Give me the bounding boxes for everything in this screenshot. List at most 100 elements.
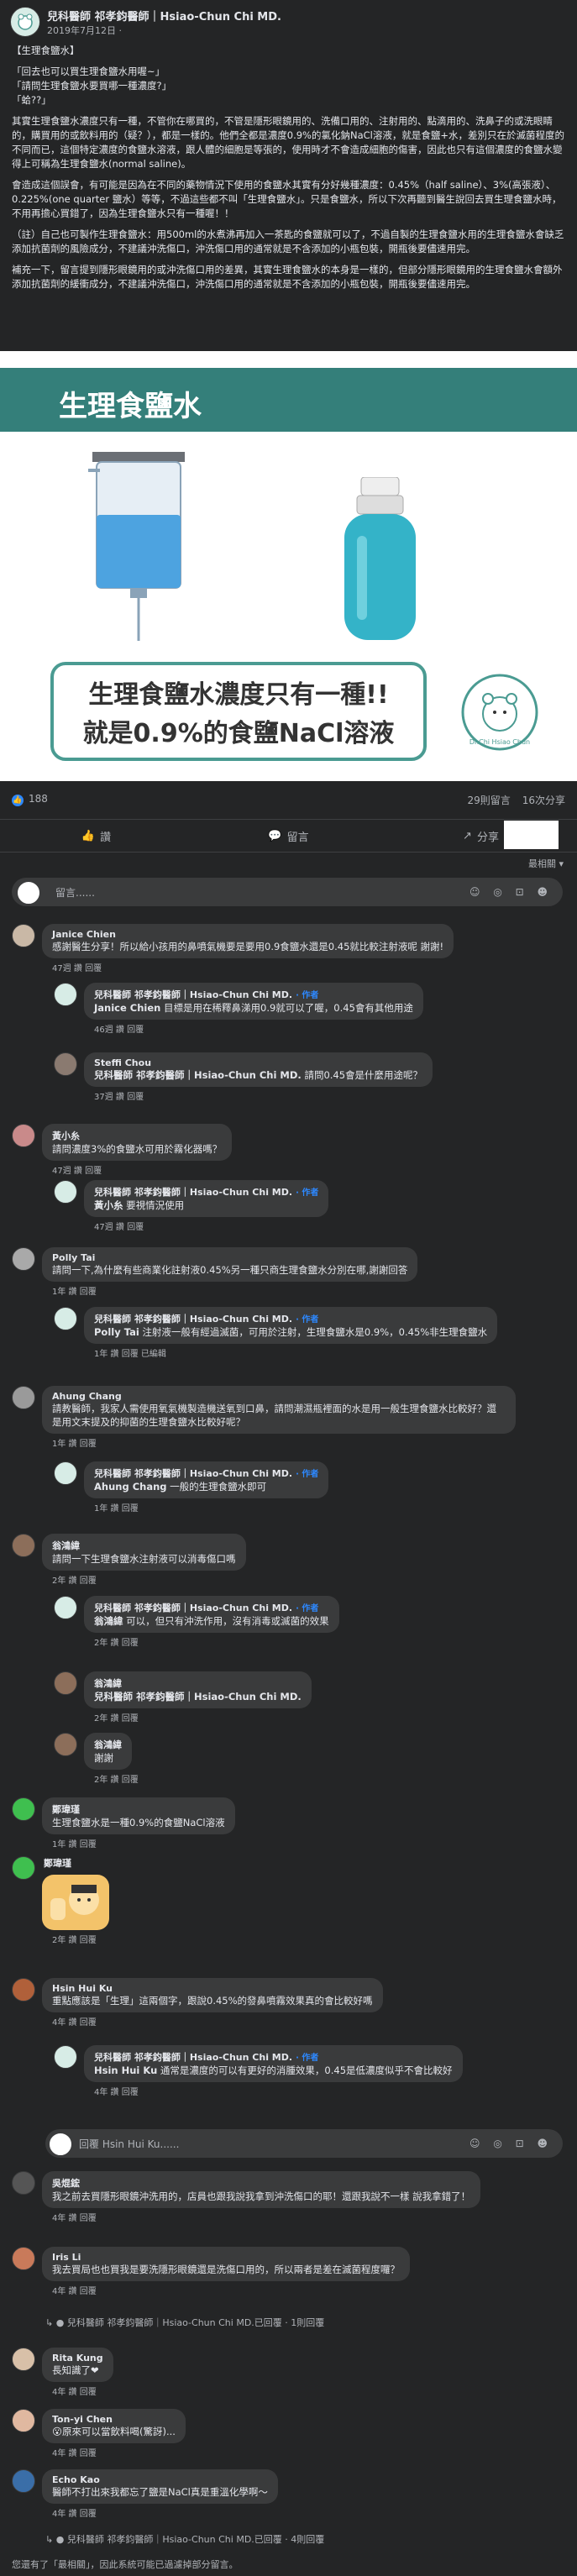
- comment: Echo Kao 醫師不打出來我都忘了鹽是NaCl真是重溫化學啊～ 4年 讚 回…: [12, 2469, 278, 2519]
- commenter-avatar[interactable]: [12, 2171, 35, 2195]
- reply-tool-icons[interactable]: ☺ ◎ ⊡ ☻: [469, 2138, 553, 2149]
- mention[interactable]: 黃小糸: [94, 1199, 123, 1211]
- author-avatar[interactable]: [10, 7, 40, 37]
- author-tag: · 作者: [296, 1604, 319, 1613]
- author-avatar[interactable]: [54, 1596, 77, 1619]
- commenter-name[interactable]: Ahung Chang: [52, 1391, 506, 1402]
- comment-meta[interactable]: 2年 讚 回覆: [94, 1772, 139, 1785]
- commenter-name[interactable]: Steffi Chou: [94, 1057, 422, 1068]
- commenter-name[interactable]: 翁鴻緯: [52, 1539, 236, 1552]
- post-date[interactable]: 2019年7月12日 ·: [47, 24, 281, 37]
- comments-count[interactable]: 29則留言: [467, 793, 510, 807]
- mention[interactable]: 翁鴻緯: [94, 1615, 123, 1627]
- commenter-avatar[interactable]: [54, 1733, 77, 1756]
- comment-meta[interactable]: 47週 讚 回覆: [52, 1163, 232, 1176]
- comment-meta[interactable]: 2年 讚 回覆: [94, 1635, 339, 1648]
- commenter-name[interactable]: 鄭瑋瑾: [44, 1856, 109, 1870]
- commenter-name[interactable]: 鄭瑋瑾: [52, 1802, 225, 1816]
- comment-tool-icons[interactable]: ☺ ◎ ⊡ ☻: [469, 886, 553, 898]
- author-avatar[interactable]: [54, 1461, 77, 1485]
- commenter-avatar[interactable]: [12, 924, 35, 947]
- commenter-name[interactable]: 兒科醫師 祁孝鈞醫師｜Hsiao-Chun Chi MD.: [94, 989, 292, 1000]
- commenter-name[interactable]: 兒科醫師 祁孝鈞醫師｜Hsiao-Chun Chi MD.: [94, 1314, 292, 1325]
- commenter-name[interactable]: 兒科醫師 祁孝鈞醫師｜Hsiao-Chun Chi MD.: [94, 1603, 292, 1613]
- commenter-name[interactable]: Echo Kao: [52, 2474, 268, 2485]
- commenter-avatar[interactable]: [54, 1671, 77, 1695]
- post-author-name[interactable]: 兒科醫師 祁孝鈞醫師｜Hsiao-Chun Chi MD.: [47, 8, 281, 24]
- commenter-avatar[interactable]: [12, 1386, 35, 1409]
- comment-meta[interactable]: 1年 讚 回覆: [94, 1501, 328, 1514]
- commenter-name[interactable]: 翁鴻緯: [94, 1738, 122, 1751]
- commenter-avatar[interactable]: [12, 1124, 35, 1147]
- like-reaction-icon: 👍: [12, 795, 24, 806]
- comment-meta[interactable]: 1年 讚 回覆: [52, 1436, 516, 1449]
- commenter-name[interactable]: 兒科醫師 祁孝鈞醫師｜Hsiao-Chun Chi MD.: [94, 1187, 292, 1198]
- commenter-name[interactable]: 兒科醫師 祁孝鈞醫師｜Hsiao-Chun Chi MD.: [94, 2052, 292, 2063]
- view-replies-link[interactable]: ↳ ● 兒科醫師 祁孝鈞醫師｜Hsiao-Chun Chi MD.已回覆 · 1…: [45, 2316, 324, 2329]
- comment-meta[interactable]: 4年 讚 回覆: [52, 2015, 383, 2028]
- comment-meta[interactable]: 2年 讚 回覆: [52, 1933, 109, 1945]
- comment-text: 謝謝: [94, 1752, 113, 1764]
- comment-meta[interactable]: 1年 讚 回覆 已編輯: [94, 1346, 497, 1359]
- reply-input[interactable]: 回覆 Hsin Hui Ku...... ☺ ◎ ⊡ ☻: [45, 2129, 563, 2158]
- comment-meta[interactable]: 4年 讚 回覆: [52, 2211, 480, 2223]
- commenter-avatar[interactable]: [12, 2348, 35, 2371]
- comment-bubble: 兒科醫師 祁孝鈞醫師｜Hsiao-Chun Chi MD. · 作者 Ahung …: [84, 1461, 329, 1498]
- comment-input[interactable]: 留言...... ☺ ◎ ⊡ ☻: [12, 878, 563, 906]
- comment-meta[interactable]: 4年 讚 回覆: [52, 2284, 410, 2296]
- mention[interactable]: Janice Chien: [94, 1002, 160, 1014]
- comment-meta[interactable]: 1年 讚 回覆: [52, 1837, 235, 1849]
- sticker-image[interactable]: [42, 1875, 109, 1930]
- comment-meta[interactable]: 1年 讚 回覆: [52, 1284, 417, 1297]
- comment-meta[interactable]: 47週 讚 回覆: [52, 961, 454, 973]
- comment-meta[interactable]: 37週 讚 回覆: [94, 1089, 433, 1102]
- post-header: 兒科醫師 祁孝鈞醫師｜Hsiao-Chun Chi MD. 2019年7月12日…: [0, 0, 577, 44]
- comment-meta[interactable]: 2年 讚 回覆: [94, 1711, 312, 1723]
- commenter-name[interactable]: 黃小糸: [52, 1129, 222, 1142]
- author-avatar[interactable]: [54, 1307, 77, 1330]
- like-button[interactable]: 👍 讚: [0, 820, 192, 852]
- commenter-avatar[interactable]: [12, 1534, 35, 1557]
- view-replies-link[interactable]: ↳ ● 兒科醫師 祁孝鈞醫師｜Hsiao-Chun Chi MD.已回覆 · 4…: [45, 2532, 324, 2546]
- commenter-avatar[interactable]: [12, 1856, 35, 1880]
- mention[interactable]: 兒科醫師 祁孝鈞醫師｜Hsiao-Chun Chi MD.: [94, 1691, 302, 1702]
- comment-meta[interactable]: 2年 讚 回覆: [52, 1573, 246, 1586]
- comment-meta[interactable]: 46週 讚 回覆: [94, 1022, 423, 1035]
- reactions-count[interactable]: 👍 188: [12, 793, 48, 806]
- comment-bubble: 兒科醫師 祁孝鈞醫師｜Hsiao-Chun Chi MD. · 作者 Hsin H…: [84, 2045, 463, 2082]
- comment-sort-dropdown[interactable]: 最相關 ▾: [528, 857, 564, 870]
- commenter-name[interactable]: 兒科醫師 祁孝鈞醫師｜Hsiao-Chun Chi MD.: [94, 1468, 292, 1479]
- comment-meta[interactable]: 4年 讚 回覆: [52, 2446, 186, 2458]
- commenter-name[interactable]: 翁鴻緯: [94, 1676, 302, 1690]
- mention[interactable]: Polly Tai: [94, 1326, 139, 1338]
- comment-meta[interactable]: 47週 讚 回覆: [94, 1220, 328, 1232]
- comment-button[interactable]: 💬 留言: [192, 820, 385, 852]
- commenter-avatar[interactable]: [54, 1052, 77, 1076]
- commenter-name[interactable]: Janice Chien: [52, 929, 443, 940]
- mention[interactable]: 兒科醫師 祁孝鈞醫師｜Hsiao-Chun Chi MD.: [94, 1069, 302, 1081]
- commenter-avatar[interactable]: [12, 1247, 35, 1271]
- mention[interactable]: Hsin Hui Ku: [94, 2064, 157, 2076]
- commenter-name[interactable]: Ton-yi Chen: [52, 2414, 176, 2425]
- post-image[interactable]: 生理食鹽水 生理食鹽水濃度只有一種!! 就是0.9%的食鹽NaCl溶液 Dr.C…: [0, 351, 577, 781]
- mention[interactable]: Ahung Chang: [94, 1481, 167, 1493]
- comment-meta[interactable]: 4年 讚 回覆: [94, 2085, 463, 2097]
- commenter-avatar[interactable]: [12, 1797, 35, 1821]
- author-avatar[interactable]: [54, 983, 77, 1006]
- comment-meta[interactable]: 4年 讚 回覆: [52, 2385, 113, 2397]
- post-paragraph: 會造成這個誤會，有可能是因為在不同的藥物情況下使用的食鹽水其實有分好幾種濃度：0…: [12, 179, 562, 219]
- comment: 鄭瑋瑾 2年 讚 回覆: [12, 1856, 109, 1945]
- shares-count[interactable]: 16次分享: [522, 793, 565, 807]
- author-avatar[interactable]: [54, 2045, 77, 2069]
- commenter-name[interactable]: Rita Kung: [52, 2353, 103, 2364]
- commenter-avatar[interactable]: [12, 2247, 35, 2270]
- commenter-name[interactable]: Iris Li: [52, 2252, 400, 2263]
- author-avatar[interactable]: [54, 1180, 77, 1204]
- commenter-name[interactable]: 吳焜鋐: [52, 2176, 470, 2190]
- commenter-name[interactable]: Polly Tai: [52, 1252, 407, 1263]
- commenter-avatar[interactable]: [12, 2409, 35, 2432]
- commenter-name[interactable]: Hsin Hui Ku: [52, 1983, 373, 1994]
- commenter-avatar[interactable]: [12, 1978, 35, 2002]
- comment-meta[interactable]: 4年 讚 回覆: [52, 2506, 278, 2519]
- commenter-avatar[interactable]: [12, 2469, 35, 2493]
